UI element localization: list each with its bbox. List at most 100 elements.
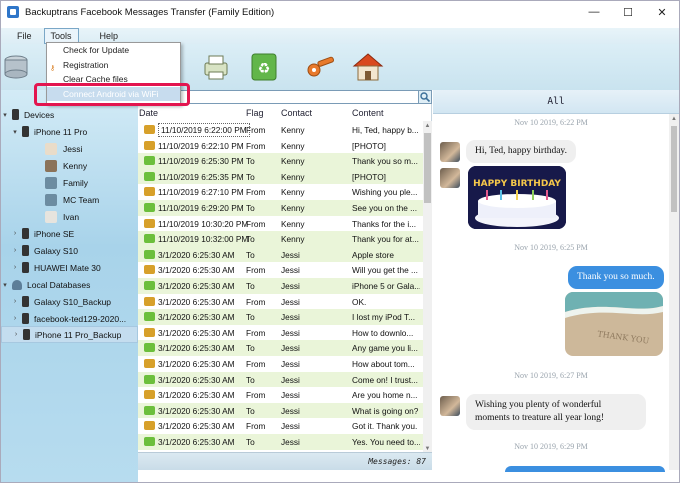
conversation-scrollbar[interactable]: ▲ <box>669 114 679 470</box>
contact-family[interactable]: Family <box>1 174 138 191</box>
row-date: 3/1/2020 6:25:30 AM <box>158 343 235 354</box>
db-iphone11pro-backup[interactable]: › iPhone 11 Pro_Backup <box>1 326 138 343</box>
row-flag: To <box>246 374 255 385</box>
expand-icon: › <box>13 230 17 237</box>
scroll-thumb[interactable] <box>424 133 431 203</box>
table-row[interactable]: 3/1/2020 6:25:30 AM From Jessi Will you get… <box>138 262 423 278</box>
row-content: See you on the ... <box>352 203 418 213</box>
scroll-up-icon[interactable]: ▲ <box>423 121 432 131</box>
device-huawei-mate30[interactable]: › HUAWEI Mate 30 <box>1 259 138 276</box>
contact-mc-team[interactable]: MC Team <box>1 191 138 208</box>
message-list: Date Flag Contact Content 11/10/2019 6:2… <box>138 104 432 470</box>
row-flag: From <box>246 187 266 198</box>
row-date: 3/1/2020 6:25:30 AM <box>158 296 235 307</box>
table-row[interactable]: 3/1/2020 6:25:30 AM From Jessi Got it. Than… <box>138 418 423 434</box>
table-row[interactable]: 3/1/2020 6:25:30 AM To Jessi I lost my iPod… <box>138 309 423 325</box>
key-button[interactable] <box>303 50 337 84</box>
device-tree: ▾ Devices ▾ iPhone 11 Pro Jessi Kenny Fa… <box>1 90 138 482</box>
conversation-panel: All Nov 10 2019, 6:22 PM Hi, Ted, happy … <box>433 90 679 472</box>
minimize-button[interactable]: — <box>577 1 611 23</box>
table-row[interactable]: 11/10/2019 10:32:00 PM To Kenny Thank you f… <box>138 231 423 247</box>
db-galaxy-s10-backup[interactable]: › Galaxy S10_Backup <box>1 293 138 310</box>
contact-jessi[interactable]: Jessi <box>1 140 138 157</box>
row-date: 3/1/2020 6:25:30 AM <box>158 312 235 323</box>
table-row[interactable]: 3/1/2020 6:25:30 AM From Jessi Are you home… <box>138 387 423 403</box>
table-row[interactable]: 3/1/2020 6:25:30 AM From Jessi How to downl… <box>138 325 423 341</box>
row-date: 11/10/2019 6:22:00 PM <box>158 123 250 137</box>
menu-help[interactable]: Help <box>82 29 128 43</box>
column-flag[interactable]: Flag <box>246 108 264 118</box>
menu-file[interactable]: File <box>1 29 41 43</box>
phone-icon <box>22 296 29 307</box>
menu-registration[interactable]: ⚷ Registration <box>47 58 180 73</box>
row-content: Hi, Ted, happy b... <box>352 125 419 135</box>
avatar <box>45 193 57 206</box>
title-bar: Backuptrans Facebook Messages Transfer (… <box>1 1 679 23</box>
sent-message-icon <box>144 203 155 212</box>
table-row[interactable]: 3/1/2020 6:25:30 AM To Jessi iPhone 5 or Ga… <box>138 278 423 294</box>
row-content: I lost my iPod T... <box>352 312 416 323</box>
row-flag: To <box>246 234 255 245</box>
table-row[interactable]: 11/10/2019 10:30:20 PM From Kenny Thanks fo… <box>138 216 423 232</box>
column-date[interactable]: Date <box>139 108 158 118</box>
table-row[interactable]: 3/1/2020 6:25:30 AM From Jessi OK. <box>138 294 423 310</box>
database-button[interactable] <box>1 50 35 84</box>
device-iphone-se[interactable]: › iPhone SE <box>1 225 138 242</box>
row-contact: Jessi <box>281 405 300 416</box>
svg-text:♻: ♻ <box>258 61 271 77</box>
list-scrollbar[interactable]: ▲ ▼ <box>423 121 432 454</box>
search-button[interactable] <box>418 90 432 104</box>
row-flag: To <box>246 312 255 323</box>
scroll-thumb[interactable] <box>671 126 677 212</box>
table-row[interactable]: 11/10/2019 6:27:10 PM From Kenny Wishing yo… <box>138 184 423 200</box>
close-button[interactable]: ✕ <box>645 1 679 23</box>
photo-birthday-cake[interactable]: HAPPY BIRTHDAY <box>468 166 566 229</box>
db-facebook-ted129[interactable]: › facebook-ted129-2020... <box>1 310 138 327</box>
recycle-button[interactable]: ♻ <box>247 50 281 84</box>
row-contact: Jessi <box>281 249 300 260</box>
avatar <box>440 142 460 162</box>
message-bubble: Thank you so much. <box>568 266 664 289</box>
row-flag: To <box>246 249 255 260</box>
table-row[interactable]: 3/1/2020 6:25:30 AM To Jessi Apple store <box>138 246 423 263</box>
received-message-icon <box>144 218 155 228</box>
row-flag: To <box>246 281 255 291</box>
table-row[interactable]: 3/1/2020 6:25:30 AM To Jessi Any game you l… <box>138 340 423 356</box>
device-galaxy-s10[interactable]: › Galaxy S10 <box>1 242 138 259</box>
scroll-up-icon[interactable]: ▲ <box>669 114 679 124</box>
home-button[interactable] <box>351 50 385 84</box>
contact-kenny[interactable]: Kenny <box>1 157 138 174</box>
table-row[interactable]: 11/10/2019 6:25:30 PM To Kenny Thank you so… <box>138 153 423 169</box>
local-databases-node[interactable]: ▾ Local Databases <box>1 276 138 293</box>
photo-sand-thank-you[interactable]: THANK YOU <box>565 292 663 356</box>
table-row[interactable]: 3/1/2020 6:25:30 AM From Jessi How about to… <box>138 356 423 372</box>
print-button[interactable] <box>199 50 233 84</box>
table-row[interactable]: 3/1/2020 6:25:30 AM To Jessi Come on! I tru… <box>138 371 423 388</box>
row-contact: Kenny <box>281 203 305 213</box>
device-iphone11pro[interactable]: ▾ iPhone 11 Pro <box>1 123 138 140</box>
phone-icon <box>22 228 29 239</box>
row-content: iPhone 5 or Gala... <box>352 281 420 291</box>
column-contact[interactable]: Contact <box>281 108 312 118</box>
table-row[interactable]: 11/10/2019 6:25:35 PM To Kenny [PHOTO] <box>138 168 423 185</box>
row-flag: To <box>246 203 255 213</box>
table-row[interactable]: 3/1/2020 6:25:30 AM To Jessi What is going … <box>138 402 423 419</box>
sent-message-icon <box>144 437 155 446</box>
search-icon <box>420 92 431 103</box>
menu-check-update[interactable]: Check for Update <box>47 43 180 58</box>
phone-icon <box>22 313 29 324</box>
row-flag: From <box>246 125 266 135</box>
table-row[interactable]: 11/10/2019 6:22:00 PM From Kenny Hi, Ted, h… <box>138 122 423 138</box>
row-content: [PHOTO] <box>352 171 386 182</box>
maximize-button[interactable]: ☐ <box>611 1 645 23</box>
contact-ivan[interactable]: Ivan <box>1 208 138 225</box>
row-content: Thanks for the i... <box>352 218 417 229</box>
table-row[interactable]: 11/10/2019 6:29:20 PM To Kenny See you on t… <box>138 200 423 216</box>
devices-node[interactable]: ▾ Devices <box>1 106 138 123</box>
table-row[interactable]: 11/10/2019 6:22:10 PM From Kenny [PHOTO] <box>138 138 423 154</box>
row-flag: To <box>246 156 255 167</box>
table-row[interactable]: 3/1/2020 6:25:30 AM To Jessi Yes. You need … <box>138 434 423 450</box>
sent-message-icon <box>144 312 155 322</box>
received-message-icon <box>144 187 155 197</box>
column-content[interactable]: Content <box>352 108 384 118</box>
